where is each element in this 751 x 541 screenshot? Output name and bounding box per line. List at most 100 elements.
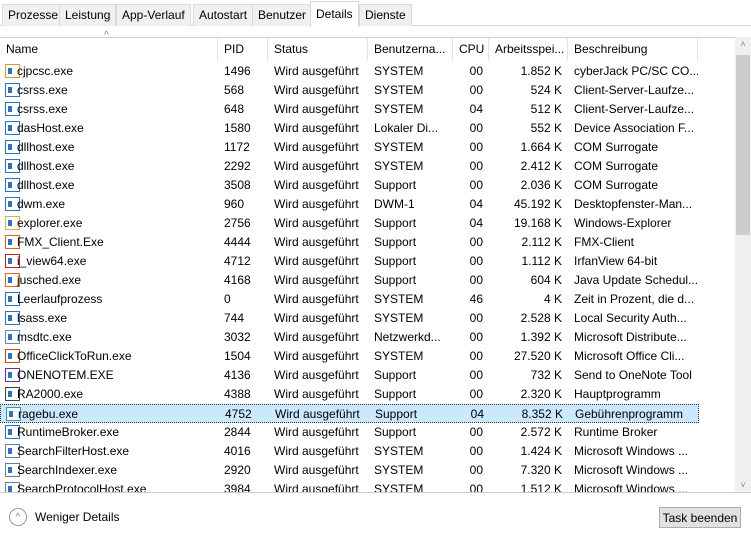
cell-status: Wird ausgeführt xyxy=(274,444,359,458)
cell-pid: 4168 xyxy=(224,273,251,287)
cell-pid: 648 xyxy=(224,102,245,116)
table-row[interactable]: lsass.exe 744 Wird ausgeführt SYSTEM 00 2.528… xyxy=(0,309,699,328)
table-row[interactable]: dllhost.exe 3508 Wird ausgeführt Support 00 2… xyxy=(0,176,699,195)
end-task-button[interactable]: Task beenden xyxy=(659,507,741,528)
cell-memory: 19.168 K xyxy=(513,216,562,230)
process-name: dwm.exe xyxy=(17,197,66,211)
cell-user: Support xyxy=(374,216,417,230)
cell-memory: 2.036 K xyxy=(520,178,562,192)
table-row[interactable]: dwm.exe 960 Wird ausgeführt DWM-1 04 45.192 K… xyxy=(0,195,699,214)
table-row[interactable]: dllhost.exe 2292 Wird ausgeführt SYSTEM 00 2.… xyxy=(0,157,699,176)
cell-user: SYSTEM xyxy=(374,102,424,116)
process-name: csrss.exe xyxy=(17,102,68,116)
table-row[interactable]: OfficeClickToRun.exe 1504 Wird ausgeführt S… xyxy=(0,347,699,366)
tab-benutzer[interactable]: Benutzer xyxy=(252,4,313,26)
scroll-up-icon[interactable]: ˄ xyxy=(735,39,751,49)
cell-name: SearchProtocolHost.exe xyxy=(0,480,218,492)
cell-user: Netzwerkd... xyxy=(374,330,441,344)
cell-description: Microsoft Office Cli... xyxy=(574,349,685,363)
table-row[interactable]: cjpcsc.exe 1496 Wird ausgeführt SYSTEM 00 1.8… xyxy=(0,62,699,81)
cell-cpu: 04 xyxy=(469,197,483,211)
table-row[interactable]: SearchProtocolHost.exe 3984 Wird ausgeführ… xyxy=(0,480,699,492)
cell-cpu: 46 xyxy=(469,292,483,306)
column-header-status[interactable]: Status xyxy=(268,38,368,61)
column-header-name[interactable]: Name xyxy=(0,38,218,61)
process-name: ragebu.exe xyxy=(18,407,79,421)
table-row[interactable]: RA2000.exe 4388 Wird ausgeführt Support 00 2.… xyxy=(0,385,699,404)
tab-autostart[interactable]: Autostart xyxy=(193,4,254,26)
cell-pid: 1172 xyxy=(224,140,250,154)
cell-status: Wird ausgeführt xyxy=(274,387,359,401)
cell-memory: 2.112 K xyxy=(521,235,562,249)
cell-description: IrfanView 64-bit xyxy=(574,254,658,268)
table-row[interactable]: dasHost.exe 1580 Wird ausgeführt Lokaler Di… xyxy=(0,119,699,138)
cell-pid: 2844 xyxy=(224,425,251,439)
table-row[interactable]: SearchFilterHost.exe 4016 Wird ausgeführt S… xyxy=(0,442,699,461)
column-header-cpu[interactable]: CPU xyxy=(453,38,489,61)
table-row[interactable]: dllhost.exe 1172 Wird ausgeführt SYSTEM 00 1.… xyxy=(0,138,699,157)
cell-pid: 1504 xyxy=(224,349,251,363)
cell-name: RA2000.exe xyxy=(0,385,218,404)
cell-user: Support xyxy=(374,425,417,439)
scrollbar-thumb[interactable] xyxy=(736,55,750,235)
cell-cpu: 00 xyxy=(469,425,483,439)
tab-app-verlauf[interactable]: App-Verlauf xyxy=(116,4,191,26)
cell-user: SYSTEM xyxy=(374,444,424,458)
process-name: msdtc.exe xyxy=(17,330,72,344)
cell-description: Gebührenprogramm xyxy=(575,407,684,421)
cell-status: Wird ausgeführt xyxy=(274,235,359,249)
table-row[interactable]: FMX_Client.Exe 4444 Wird ausgeführt Support… xyxy=(0,233,699,252)
column-header-memory[interactable]: Arbeitsspei... xyxy=(489,38,568,61)
process-name: RuntimeBroker.exe xyxy=(17,425,120,439)
tab-prozesse[interactable]: Prozesse xyxy=(2,4,65,26)
cell-cpu: 00 xyxy=(469,482,483,492)
cell-user: SYSTEM xyxy=(374,311,424,325)
cell-memory: 2.412 K xyxy=(520,159,562,173)
cell-status: Wird ausgeführt xyxy=(274,482,359,492)
less-details-label: Weniger Details xyxy=(35,510,120,524)
table-row[interactable]: csrss.exe 568 Wird ausgeführt SYSTEM 00 524 K… xyxy=(0,81,699,100)
cell-user: SYSTEM xyxy=(374,292,424,306)
cell-pid: 568 xyxy=(224,83,245,97)
cell-pid: 2292 xyxy=(224,159,251,173)
cell-pid: 3508 xyxy=(224,178,251,192)
cell-name: OfficeClickToRun.exe xyxy=(0,347,218,366)
table-row[interactable]: jusched.exe 4168 Wird ausgeführt Support 00 6… xyxy=(0,271,699,290)
cell-description: Hauptprogramm xyxy=(574,387,661,401)
table-row[interactable]: Leerlaufprozess 0 Wird ausgeführt SYSTEM 46 4… xyxy=(0,290,699,309)
tab-leistung[interactable]: Leistung xyxy=(59,4,117,26)
cell-description: Zeit in Prozent, die d... xyxy=(574,292,695,306)
tab-dienste[interactable]: Dienste xyxy=(359,4,412,26)
cell-name: csrss.exe xyxy=(0,81,218,100)
process-name: explorer.exe xyxy=(17,216,83,230)
scroll-down-icon[interactable]: ˅ xyxy=(735,480,751,490)
cell-description: FMX-Client xyxy=(574,235,635,249)
cell-pid: 4444 xyxy=(224,235,251,249)
column-header-user[interactable]: Benutzerna... xyxy=(368,38,453,61)
process-name: RA2000.exe xyxy=(17,387,84,401)
table-row[interactable]: explorer.exe 2756 Wird ausgeführt Support 04… xyxy=(0,214,699,233)
cell-user: SYSTEM xyxy=(374,140,424,154)
table-row[interactable]: SearchIndexer.exe 2920 Wird ausgeführt SYST… xyxy=(0,461,699,480)
table-row[interactable]: i_view64.exe 4712 Wird ausgeführt Support 00… xyxy=(0,252,699,271)
table-row[interactable]: ONENOTEM.EXE 4136 Wird ausgeführt Support 00… xyxy=(0,366,699,385)
table-row[interactable]: csrss.exe 648 Wird ausgeführt SYSTEM 04 512 K… xyxy=(0,100,699,119)
table-row[interactable]: msdtc.exe 3032 Wird ausgeführt Netzwerkd...… xyxy=(0,328,699,347)
cell-cpu: 00 xyxy=(469,254,483,268)
cell-user: Support xyxy=(374,178,417,192)
cell-user: SYSTEM xyxy=(374,463,424,477)
table-row[interactable]: ragebu.exe 4752 Wird ausgeführt Support 04 8.… xyxy=(0,404,699,423)
cell-status: Wird ausgeführt xyxy=(274,368,359,382)
cell-name: jusched.exe xyxy=(0,271,218,290)
less-details-button[interactable]: ^ Weniger Details xyxy=(9,507,119,527)
column-header-description[interactable]: Beschreibung xyxy=(568,38,698,61)
cell-memory: 604 K xyxy=(530,273,562,287)
table-row[interactable]: RuntimeBroker.exe 2844 Wird ausgeführt Supp… xyxy=(0,423,699,442)
cell-user: Support xyxy=(375,407,418,421)
process-name: OfficeClickToRun.exe xyxy=(17,349,132,363)
process-table: cjpcsc.exe 1496 Wird ausgeführt SYSTEM 00 1.8… xyxy=(0,62,735,492)
vertical-scrollbar[interactable]: ˄ ˅ xyxy=(735,37,751,492)
cell-name: FMX_Client.Exe xyxy=(0,233,218,252)
tab-details[interactable]: Details xyxy=(310,1,359,27)
column-header-pid[interactable]: PID xyxy=(218,38,268,61)
